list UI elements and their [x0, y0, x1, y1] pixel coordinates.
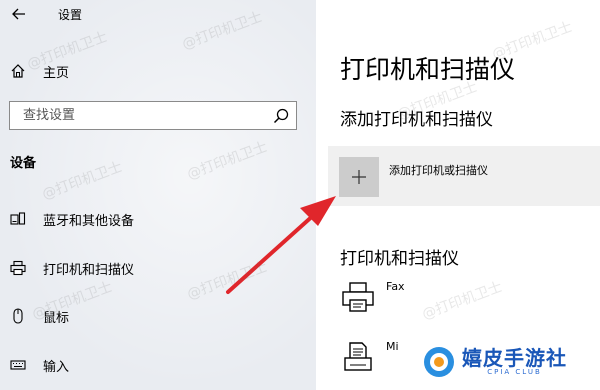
sidebar-item-typing[interactable]: 输入 [10, 353, 310, 377]
keyboard-icon [10, 357, 26, 373]
search-box[interactable] [9, 101, 297, 130]
add-tile [339, 157, 379, 197]
search-icon[interactable] [272, 107, 290, 125]
search-input[interactable] [10, 102, 260, 129]
home-icon [11, 64, 25, 78]
logo-badge-icon [424, 347, 454, 377]
logo: 嬉皮手游社 CPIA CLUB [422, 342, 582, 382]
add-printer-button[interactable]: 添加打印机或扫描仪 [328, 146, 600, 206]
main-panel: 打印机和扫描仪 添加打印机和扫描仪 添加打印机或扫描仪 打印机和扫描仪 Fax … [316, 0, 600, 390]
sidebar-item-bluetooth[interactable]: 蓝牙和其他设备 [10, 207, 310, 231]
add-printer-label: 添加打印机或扫描仪 [389, 164, 488, 177]
device-name: Fax [386, 280, 405, 293]
device-name: Mi [386, 340, 399, 353]
device-item-fax[interactable]: Fax [340, 280, 590, 322]
sidebar-item-home[interactable]: 主页 [10, 60, 69, 82]
back-button[interactable] [8, 3, 30, 25]
sidebar-item-label: 打印机和扫描仪 [43, 262, 135, 278]
app-title: 设置 [58, 8, 83, 22]
section-title-devices: 设备 [10, 156, 37, 171]
printer-icon [10, 260, 26, 276]
mouse-icon [10, 308, 26, 324]
add-section-title: 添加打印机和扫描仪 [340, 110, 493, 130]
page-title: 打印机和扫描仪 [340, 55, 516, 84]
bluetooth-devices-icon [10, 211, 26, 227]
document-printer-icon [344, 342, 372, 371]
logo-text: 嬉皮手游社 [462, 346, 567, 370]
sidebar-item-label: 主页 [43, 65, 70, 81]
sidebar: 设置 主页 设备 蓝牙和其他设备 [0, 0, 316, 390]
devices-section-title: 打印机和扫描仪 [340, 249, 459, 269]
sidebar-item-mouse[interactable]: 鼠标 [10, 304, 310, 328]
back-arrow-icon [12, 8, 25, 20]
sidebar-item-label: 鼠标 [43, 310, 70, 326]
plus-icon [352, 170, 366, 184]
sidebar-item-printers[interactable]: 打印机和扫描仪 [10, 256, 310, 280]
sidebar-item-label: 蓝牙和其他设备 [43, 213, 135, 229]
fax-printer-icon [342, 282, 374, 312]
sidebar-item-label: 输入 [43, 359, 70, 375]
